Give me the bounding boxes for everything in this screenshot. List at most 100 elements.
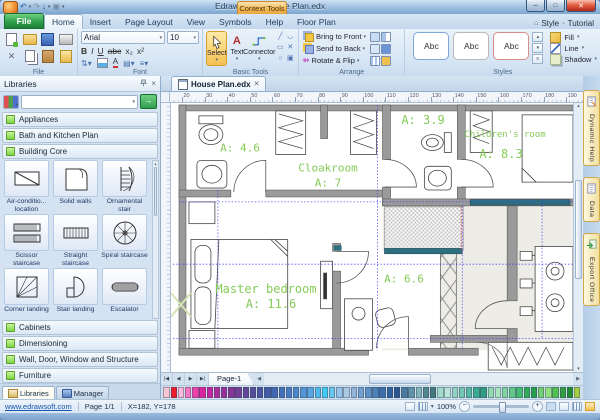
color-swatch[interactable] — [214, 387, 220, 398]
connector-tool-button[interactable]: Connector ▾ — [246, 31, 272, 64]
color-swatch[interactable] — [286, 387, 292, 398]
fit-page-icon[interactable] — [546, 402, 556, 411]
document-tab[interactable]: House Plan.edx ✕ — [171, 76, 266, 91]
color-swatch[interactable] — [567, 387, 573, 398]
copy-icon[interactable] — [21, 48, 38, 64]
tab-floor-plan[interactable]: Floor Plan — [290, 15, 343, 29]
color-swatch[interactable] — [488, 387, 494, 398]
font-family-select[interactable]: Arial▾ — [81, 31, 165, 44]
edrawsoft-link[interactable]: www.edrawsoft.com — [5, 402, 72, 411]
color-swatch[interactable] — [545, 387, 551, 398]
text-tool-button[interactable]: A Text ▾ — [230, 31, 243, 64]
tab-home[interactable]: Home — [44, 14, 83, 29]
library-group-cabinets[interactable]: Cabinets — [2, 320, 158, 335]
color-swatch[interactable] — [502, 387, 508, 398]
document-close-icon[interactable]: ✕ — [254, 80, 260, 88]
color-swatch[interactable] — [480, 387, 486, 398]
select-tool-button[interactable]: Select ▾ — [206, 31, 227, 66]
normal-view-icon[interactable] — [405, 402, 415, 411]
color-swatch[interactable] — [473, 387, 479, 398]
panel-close-icon[interactable]: × — [151, 79, 156, 89]
vertical-ruler[interactable] — [161, 103, 171, 372]
tab-symbols[interactable]: Symbols — [212, 15, 259, 29]
color-swatch[interactable] — [279, 387, 285, 398]
room-label-cloakroom[interactable]: Cloakroom — [298, 162, 358, 175]
library-symbol-corner-landing[interactable]: Corner landing — [2, 268, 51, 319]
drawing-page[interactable]: A: 4.6CloakroomA: 7A: 3.9Children's room… — [171, 103, 573, 372]
library-group-bath-and-kitchen-plan[interactable]: Bath and Kitchen Plan — [2, 128, 158, 143]
color-swatch[interactable] — [315, 387, 321, 398]
minimize-button[interactable]: ─ — [526, 0, 545, 12]
style-sample-gray[interactable]: Abc — [453, 32, 489, 60]
manager-footer-tab[interactable]: Manager — [56, 386, 110, 399]
arc-tool-icon[interactable]: ◡ — [285, 31, 295, 42]
qat-customize-icon[interactable]: ▾ — [62, 4, 65, 10]
zoom-out-button[interactable]: − — [459, 401, 470, 412]
next-page-icon[interactable]: ▶ — [185, 373, 197, 385]
zoom-slider[interactable] — [473, 405, 529, 408]
edraw-logo-icon[interactable] — [3, 1, 18, 14]
room-label-master-bedroom[interactable]: Master bedroom — [215, 282, 316, 296]
prev-page-icon[interactable]: ◀ — [173, 373, 185, 385]
context-tools-tab[interactable]: Context Tools — [237, 1, 287, 15]
scroll-right-icon[interactable]: ▶ — [573, 373, 583, 385]
library-symbol-escalator[interactable]: Escalator — [100, 268, 149, 319]
color-swatch[interactable] — [293, 387, 299, 398]
color-swatch[interactable] — [250, 387, 256, 398]
room-label-a-8-3[interactable]: A: 8.3 — [479, 147, 522, 161]
color-swatch[interactable] — [459, 387, 465, 398]
library-symbol-stair-landing[interactable]: Stair landing — [51, 268, 100, 319]
color-swatch[interactable] — [495, 387, 501, 398]
save-icon[interactable]: ↓ — [42, 2, 46, 12]
fill-button[interactable]: Fill▾ — [550, 32, 597, 42]
shadow-button[interactable]: Shadow▾ — [550, 54, 597, 64]
room-label-a-6-6[interactable]: A: 6.6 — [384, 273, 424, 286]
color-swatch[interactable] — [452, 387, 458, 398]
tab-page-layout[interactable]: Page Layout — [118, 15, 180, 29]
font-size-select[interactable]: 10▾ — [167, 31, 199, 44]
close-button[interactable]: ✕ — [566, 0, 596, 12]
gallery-down-icon[interactable]: ▾ — [532, 43, 543, 53]
side-tab-data[interactable]: Data — [583, 177, 600, 221]
color-swatch[interactable] — [271, 387, 277, 398]
library-symbol-scissor-staircase[interactable]: Scissor staircase — [2, 214, 51, 268]
maximize-button[interactable]: □ — [546, 0, 565, 12]
crop-tool-icon[interactable]: ▣ — [285, 53, 295, 64]
color-swatch[interactable] — [207, 387, 213, 398]
color-swatch[interactable] — [372, 387, 378, 398]
color-swatch[interactable] — [538, 387, 544, 398]
color-swatch[interactable] — [235, 387, 241, 398]
bold-button[interactable]: B — [81, 46, 87, 56]
library-group-dimensioning[interactable]: Dimensioning — [2, 336, 158, 351]
print-icon[interactable] — [57, 31, 74, 47]
pin-icon[interactable] — [140, 79, 147, 89]
pan-zoom-icon[interactable] — [585, 402, 595, 411]
color-swatch[interactable] — [574, 387, 580, 398]
bring-to-front-button[interactable]: Bring to Front▾ — [302, 31, 366, 42]
open-icon[interactable] — [21, 31, 38, 47]
color-swatch[interactable] — [437, 387, 443, 398]
color-swatch[interactable] — [336, 387, 342, 398]
library-symbol-ornamental-stair[interactable]: Ornamental stair — [100, 160, 149, 214]
line-spacing-button[interactable]: ⇅▾ — [81, 59, 92, 68]
undo-dropdown-icon[interactable]: ▾ — [29, 4, 32, 10]
redo-icon[interactable]: ↷ — [33, 2, 40, 12]
library-symbol-air-conditio-location[interactable]: Air-conditio... location — [2, 160, 51, 214]
new-document-icon[interactable] — [3, 31, 20, 47]
color-swatch[interactable] — [178, 387, 184, 398]
room-label-a-3-9[interactable]: A: 3.9 — [401, 113, 444, 127]
file-tab[interactable]: File — [4, 13, 44, 29]
rectangle-tool-icon[interactable]: ▭ — [275, 42, 285, 53]
color-swatch[interactable] — [531, 387, 537, 398]
color-swatch[interactable] — [416, 387, 422, 398]
color-swatch[interactable] — [444, 387, 450, 398]
align-icon[interactable] — [370, 44, 380, 54]
superscript-button[interactable]: x² — [137, 46, 144, 56]
color-swatch[interactable] — [430, 387, 436, 398]
vertical-scroll-thumb[interactable] — [575, 180, 582, 279]
color-swatch[interactable] — [221, 387, 227, 398]
tab-help[interactable]: Help — [259, 15, 290, 29]
tab-view[interactable]: View — [180, 15, 212, 29]
color-swatch[interactable] — [524, 387, 530, 398]
color-swatch[interactable] — [228, 387, 234, 398]
